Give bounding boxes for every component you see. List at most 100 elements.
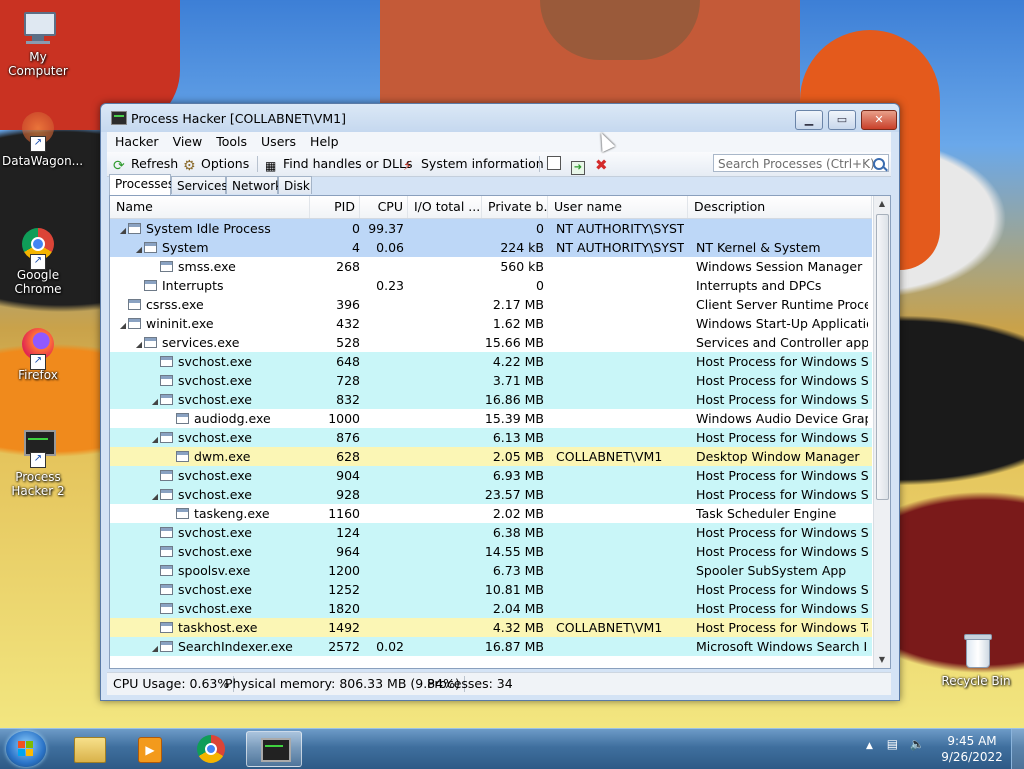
- column-description[interactable]: Description: [688, 196, 872, 218]
- go-to-window-button[interactable]: ➜: [571, 155, 587, 175]
- title-bar[interactable]: Process Hacker [COLLABNET\VM1] ▁ ▭ ✕: [101, 104, 899, 132]
- process-icon: [160, 622, 173, 633]
- system-information-button[interactable]: ⚡ System information: [403, 155, 544, 174]
- show-desktop-button[interactable]: [1011, 729, 1024, 769]
- process-row[interactable]: dwm.exe 628 2.05 MB COLLABNET\VM1 Desktop Wi…: [110, 447, 872, 466]
- scroll-thumb[interactable]: [876, 214, 889, 500]
- start-button[interactable]: [6, 731, 46, 767]
- tab-processes[interactable]: Processes: [109, 174, 174, 195]
- process-row[interactable]: ◢ SearchIndexer.exe 2572 0.02 16.87 MB Micros…: [110, 637, 872, 656]
- refresh-button[interactable]: ⟳ Refresh: [113, 155, 178, 173]
- process-name-cell: ◢ wininit.exe: [110, 314, 310, 335]
- process-name: svchost.exe: [178, 601, 252, 616]
- column-pid[interactable]: PID: [310, 196, 360, 218]
- process-row[interactable]: svchost.exe 1252 10.81 MB Host Process for …: [110, 580, 872, 599]
- terminate-button[interactable]: ✖: [595, 155, 611, 173]
- close-button[interactable]: ✕: [861, 110, 897, 130]
- desktop-icon-my-computer[interactable]: My Computer: [2, 8, 74, 78]
- process-row[interactable]: svchost.exe 124 6.38 MB Host Process for Wi…: [110, 523, 872, 542]
- process-description: Host Process for Windows Ser...: [696, 373, 868, 388]
- maximize-button[interactable]: ▭: [828, 110, 856, 130]
- tab-network[interactable]: Network: [226, 176, 282, 194]
- show-hidden-icons-icon[interactable]: ▲: [866, 741, 873, 751]
- menu-view[interactable]: View: [165, 132, 209, 149]
- tab-services[interactable]: Services: [171, 176, 228, 194]
- process-row[interactable]: svchost.exe 904 6.93 MB Host Process for Wi…: [110, 466, 872, 485]
- menu-help[interactable]: Help: [302, 132, 345, 149]
- process-row[interactable]: svchost.exe 648 4.22 MB Host Process for Wi…: [110, 352, 872, 371]
- column-name[interactable]: Name: [110, 196, 310, 218]
- process-pid: 628: [336, 449, 360, 464]
- menu-tools[interactable]: Tools: [208, 132, 253, 149]
- process-description: Host Process for Windows Tas...: [696, 620, 868, 635]
- window-icon: [547, 156, 561, 170]
- process-row[interactable]: svchost.exe 964 14.55 MB Host Process for W…: [110, 542, 872, 561]
- column-private-bytes[interactable]: Private b...: [482, 196, 548, 218]
- desktop-icon-recycle-bin[interactable]: Recycle Bin: [938, 632, 1014, 688]
- process-row[interactable]: spoolsv.exe 1200 6.73 MB Spooler SubSystem …: [110, 561, 872, 580]
- vertical-scrollbar[interactable]: ▲ ▼: [873, 196, 890, 668]
- process-name: svchost.exe: [178, 544, 252, 559]
- tab-disk[interactable]: Disk: [278, 176, 312, 194]
- process-icon: [160, 641, 173, 652]
- taskbar-clock[interactable]: 9:45 AM 9/26/2022: [940, 733, 1004, 765]
- column-user-name[interactable]: User name: [548, 196, 688, 218]
- desktop-icon-datawagon[interactable]: ↗ DataWagon...: [2, 112, 83, 168]
- taskbar-chrome[interactable]: [184, 731, 240, 767]
- process-row[interactable]: Interrupts 0.23 0 Interrupts and DPCs: [110, 276, 872, 295]
- process-row[interactable]: audiodg.exe 1000 15.39 MB Windows Audio Dev…: [110, 409, 872, 428]
- process-row[interactable]: ◢ wininit.exe 432 1.62 MB Windows Start-Up A…: [110, 314, 872, 333]
- process-description: Host Process for Windows Ser...: [696, 487, 868, 502]
- scroll-down-arrow-icon[interactable]: ▼: [874, 652, 890, 668]
- expand-arrow-icon[interactable]: ◢: [150, 639, 160, 658]
- process-row[interactable]: ◢System 4 0.06 224 kB NT AUTHORITY\SYSTEM NT …: [110, 238, 872, 257]
- taskbar-process-hacker[interactable]: [246, 731, 302, 767]
- process-row[interactable]: ◢ svchost.exe 876 6.13 MB Host Process for W…: [110, 428, 872, 447]
- process-icon: [160, 394, 173, 405]
- process-name: svchost.exe: [178, 430, 252, 445]
- desktop-icon-process-hacker[interactable]: ↗ Process Hacker 2: [2, 428, 74, 498]
- process-icon: [176, 413, 189, 424]
- process-name-cell: ◢ System: [110, 238, 310, 259]
- process-name: services.exe: [162, 335, 240, 350]
- process-name: taskhost.exe: [178, 620, 258, 635]
- find-handles-button[interactable]: ▦ Find handles or DLLs: [265, 155, 413, 173]
- window-icon-button[interactable]: [547, 155, 563, 173]
- process-row[interactable]: ◢ svchost.exe 832 16.86 MB Host Process for …: [110, 390, 872, 409]
- process-row[interactable]: csrss.exe 396 2.17 MB Client Server Runtime…: [110, 295, 872, 314]
- menu-users[interactable]: Users: [253, 132, 302, 149]
- process-row[interactable]: svchost.exe 728 3.71 MB Host Process for Wi…: [110, 371, 872, 390]
- search-processes-input[interactable]: Search Processes (Ctrl+K): [713, 154, 889, 172]
- process-row[interactable]: smss.exe 268 560 kB Windows Session Manager: [110, 257, 872, 276]
- column-io-total[interactable]: I/O total ...: [408, 196, 482, 218]
- menu-hacker[interactable]: Hacker: [107, 132, 165, 149]
- process-row[interactable]: svchost.exe 1820 2.04 MB Host Process for W…: [110, 599, 872, 618]
- process-row[interactable]: ◢ svchost.exe 928 23.57 MB Host Process for …: [110, 485, 872, 504]
- taskbar-media-player[interactable]: ▶: [122, 731, 178, 767]
- app-icon: [111, 111, 127, 125]
- options-button[interactable]: ⚙ Options: [183, 155, 249, 173]
- gear-icon: ⚙: [183, 158, 196, 174]
- binoculars-icon: ▦: [265, 159, 277, 173]
- scroll-up-arrow-icon[interactable]: ▲: [874, 196, 890, 212]
- process-description: Windows Session Manager: [696, 259, 863, 274]
- process-name-cell: taskeng.exe: [110, 504, 310, 523]
- process-row[interactable]: ◢ System Idle Process 0 99.37 0 NT AUTHORITY\…: [110, 219, 872, 238]
- process-row[interactable]: taskhost.exe 1492 4.32 MB COLLABNET\VM1 Host…: [110, 618, 872, 637]
- volume-icon[interactable]: 🔈: [910, 737, 925, 751]
- process-icon: [160, 603, 173, 614]
- toolbar: ⟳ Refresh ⚙ Options ▦ Find handles or DLLs …: [107, 152, 891, 177]
- taskbar-explorer[interactable]: [62, 731, 118, 767]
- process-name-cell: ◢ services.exe: [110, 333, 310, 354]
- process-private-bytes: 10.81 MB: [484, 582, 544, 597]
- network-icon[interactable]: ▤: [887, 737, 898, 751]
- process-icon: [160, 356, 173, 367]
- process-row[interactable]: ◢ services.exe 528 15.66 MB Services and Con…: [110, 333, 872, 352]
- process-row[interactable]: taskeng.exe 1160 2.02 MB Task Scheduler Eng…: [110, 504, 872, 523]
- desktop-icon-firefox[interactable]: ↗ Firefox: [2, 326, 74, 382]
- process-name: svchost.exe: [178, 525, 252, 540]
- desktop-icon-chrome[interactable]: ↗ Google Chrome: [2, 226, 74, 296]
- minimize-button[interactable]: ▁: [795, 110, 823, 130]
- column-cpu[interactable]: CPU: [360, 196, 408, 218]
- process-private-bytes: 6.13 MB: [492, 430, 544, 445]
